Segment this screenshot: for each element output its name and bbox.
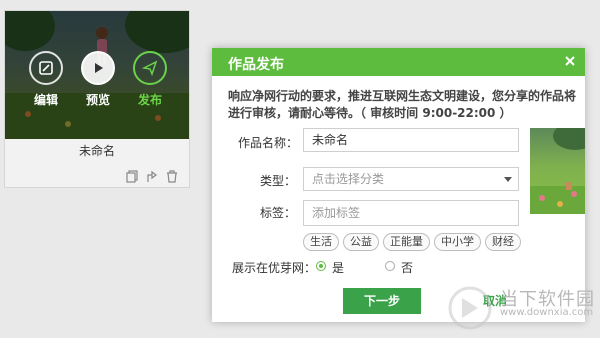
- card-toolbar: [125, 169, 179, 183]
- project-preview-image: [530, 128, 585, 214]
- radio-no-label: 否: [401, 261, 414, 275]
- radio-yes[interactable]: [316, 261, 326, 271]
- tag-chip[interactable]: 中小学: [434, 233, 481, 251]
- next-button[interactable]: 下一步: [343, 288, 421, 314]
- showcase-label: 展示在优芽网：: [232, 261, 317, 275]
- preview-illustration: [530, 128, 585, 214]
- review-notice: 响应净网行动的要求，推进互联网生态文明建设，您分享的作品将进行审核，请耐心等待。…: [228, 89, 577, 120]
- tags-input[interactable]: 添加标签: [303, 200, 519, 226]
- preview-label: 预览: [85, 93, 110, 107]
- publish-dialog: 作品发布 响应净网行动的要求，推进互联网生态文明建设，您分享的作品将进行审核，请…: [212, 48, 585, 322]
- copy-icon: [126, 169, 138, 183]
- name-input[interactable]: 未命名: [303, 128, 519, 152]
- copy-button[interactable]: [125, 169, 139, 183]
- tags-label: 标签：: [260, 206, 297, 220]
- name-label: 作品名称：: [238, 136, 299, 150]
- type-select[interactable]: 点击选择分类: [303, 167, 519, 191]
- tag-suggestions: 生活 公益 正能量 中小学 财经: [303, 233, 521, 251]
- tag-chip[interactable]: 财经: [485, 233, 521, 251]
- preview-button[interactable]: 预览: [79, 51, 117, 108]
- chevron-down-icon: [504, 177, 512, 182]
- project-card[interactable]: 编辑 预览 发布 未命名: [4, 10, 190, 188]
- dialog-title: 作品发布: [228, 57, 284, 73]
- publish-label: 发布: [137, 93, 162, 107]
- type-label: 类型：: [260, 174, 297, 188]
- delete-button[interactable]: [165, 169, 179, 183]
- trash-icon: [167, 169, 177, 183]
- close-icon[interactable]: [563, 54, 577, 68]
- watermark-url: www.downxia.com: [500, 307, 594, 318]
- radio-no[interactable]: [385, 261, 395, 271]
- share-button[interactable]: [145, 169, 159, 183]
- tag-chip[interactable]: 生活: [303, 233, 339, 251]
- tag-chip[interactable]: 公益: [343, 233, 379, 251]
- edit-icon: [39, 61, 53, 75]
- project-thumbnail[interactable]: 编辑 预览 发布: [5, 11, 189, 139]
- share-icon: [147, 170, 157, 182]
- play-icon: [95, 63, 103, 73]
- publish-button[interactable]: 发布: [131, 51, 169, 108]
- project-title: 未命名: [78, 144, 115, 158]
- tags-input-placeholder: 添加标签: [312, 206, 361, 220]
- tag-chip[interactable]: 正能量: [383, 233, 430, 251]
- edit-button[interactable]: 编辑: [27, 51, 65, 108]
- type-select-placeholder: 点击选择分类: [312, 172, 385, 186]
- radio-yes-label: 是: [332, 261, 345, 275]
- dialog-header: 作品发布: [212, 48, 585, 76]
- edit-label: 编辑: [33, 93, 58, 107]
- send-icon: [142, 60, 158, 76]
